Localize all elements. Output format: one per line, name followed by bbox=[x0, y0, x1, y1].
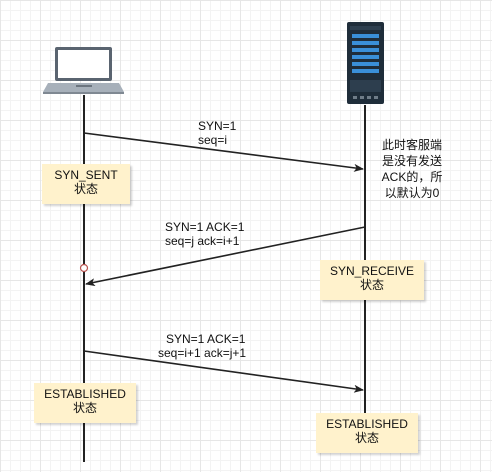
server-note-line-1: 此时客服端 bbox=[381, 138, 442, 152]
ack-seq: seq=i+1 ack=j+1 bbox=[158, 346, 247, 360]
state-name-server-established: ESTABLISHED bbox=[326, 417, 408, 431]
state-note-syn-receive: SYN_RECEIVE 状态 bbox=[320, 260, 424, 300]
state-name-syn-receive: SYN_RECEIVE bbox=[329, 264, 415, 278]
syn-ack-seq: seq=j ack=i+1 bbox=[165, 234, 240, 248]
ack-flags: SYN=1 ACK=1 bbox=[166, 332, 246, 346]
state-note-syn-sent: SYN_SENT 状态 bbox=[42, 164, 130, 204]
state-sub-syn-sent: 状态 bbox=[73, 182, 98, 196]
server-note-line-4: 以默认为0 bbox=[384, 186, 440, 200]
state-note-client-established: ESTABLISHED 状态 bbox=[34, 383, 136, 423]
server-note-line-3: ACK的，所 bbox=[381, 170, 443, 184]
laptop-icon bbox=[43, 47, 124, 94]
state-name-syn-sent: SYN_SENT bbox=[54, 168, 118, 182]
server-note: 此时客服端 是没有发送 ACK的，所 以默认为0 bbox=[372, 137, 452, 201]
state-sub-server-established: 状态 bbox=[354, 431, 379, 445]
client-waypoint-marker bbox=[79, 263, 89, 273]
state-note-server-established: ESTABLISHED 状态 bbox=[316, 413, 418, 453]
syn-label: SYN=1 seq=i bbox=[198, 119, 236, 147]
state-sub-client-established: 状态 bbox=[72, 401, 97, 415]
syn-ack-flags: SYN=1 ACK=1 bbox=[165, 220, 245, 234]
syn-seq: seq=i bbox=[198, 133, 228, 147]
state-name-client-established: ESTABLISHED bbox=[44, 387, 126, 401]
ack-label: SYN=1 ACK=1 seq=i+1 ack=j+1 bbox=[158, 332, 246, 360]
syn-ack-label: SYN=1 ACK=1 seq=j ack=i+1 bbox=[165, 220, 244, 248]
state-sub-syn-receive: 状态 bbox=[359, 278, 384, 292]
syn-flags: SYN=1 bbox=[198, 119, 237, 133]
server-note-line-2: 是没有发送 bbox=[381, 154, 442, 168]
server-rack-icon bbox=[347, 22, 384, 104]
